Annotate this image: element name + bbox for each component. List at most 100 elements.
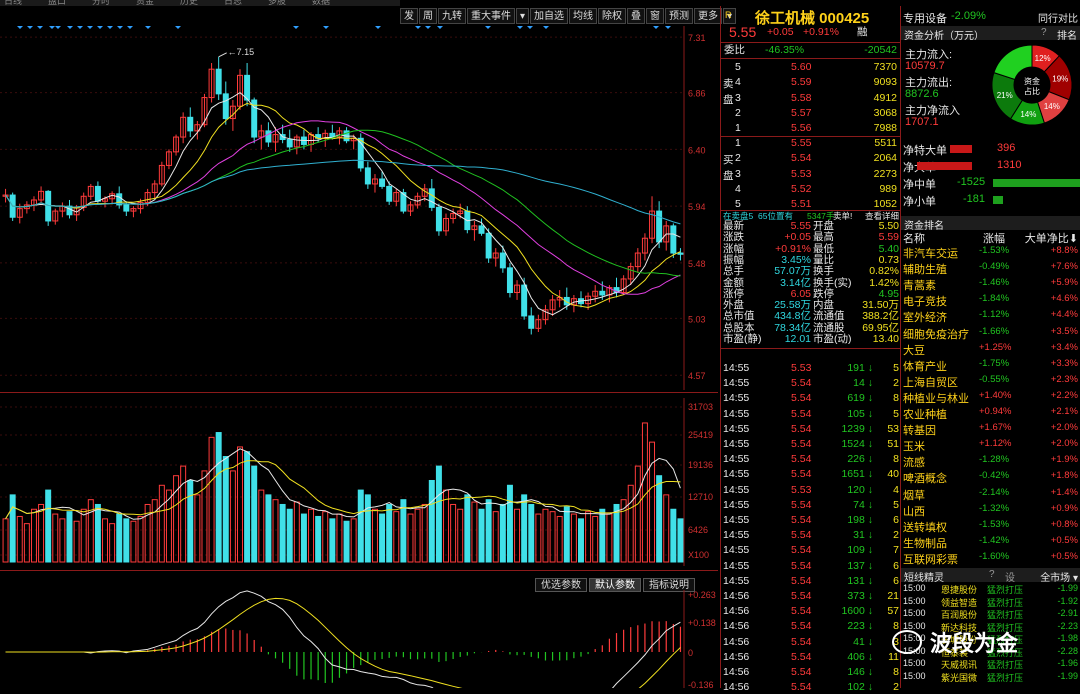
volume-bar[interactable]: [435, 465, 442, 563]
volume-bar[interactable]: [514, 508, 521, 563]
volume-bar[interactable]: [492, 511, 499, 563]
event-marker-icon[interactable]: [653, 26, 659, 29]
event-marker-icon[interactable]: [323, 26, 329, 29]
volume-bar[interactable]: [485, 499, 492, 563]
volume-bar[interactable]: [315, 515, 322, 563]
peer-compare-button[interactable]: 同行对比: [1038, 10, 1078, 25]
rank-sector-name[interactable]: 转基因: [903, 422, 936, 438]
rank-sector-name[interactable]: 玉米: [903, 438, 925, 454]
volume-bar[interactable]: [379, 513, 386, 563]
rank-sector-name[interactable]: 流感: [903, 454, 925, 470]
volume-bar[interactable]: [59, 518, 66, 563]
event-marker-icon[interactable]: [415, 26, 421, 29]
volume-bar[interactable]: [464, 494, 471, 563]
volume-bar[interactable]: [272, 499, 279, 563]
event-marker-icon[interactable]: [55, 26, 61, 29]
rank-sector-name[interactable]: 上海自贸区: [903, 374, 958, 390]
top-tab[interactable]: 日线: [4, 0, 22, 7]
volume-bar[interactable]: [414, 508, 421, 563]
top-tab[interactable]: 数据: [312, 0, 330, 7]
sector-name[interactable]: 专用设备: [903, 10, 947, 26]
candle-body[interactable]: [656, 210, 663, 243]
event-marker-icon[interactable]: [485, 26, 491, 29]
volume-bar[interactable]: [528, 503, 535, 563]
elf-market-select[interactable]: 全市场 ▾: [1040, 569, 1078, 584]
volume-bar[interactable]: [66, 511, 73, 563]
event-marker-icon[interactable]: [425, 26, 431, 29]
event-marker-icon[interactable]: [17, 26, 23, 29]
volume-bar[interactable]: [187, 479, 194, 563]
toolbar-button-5[interactable]: 加自选: [530, 8, 569, 24]
volume-bar[interactable]: [350, 518, 357, 563]
event-marker-icon[interactable]: [97, 26, 103, 29]
volume-bar[interactable]: [499, 503, 506, 563]
elf-stock[interactable]: 百润股份: [941, 608, 977, 621]
top-tab[interactable]: 分时: [92, 0, 110, 7]
candle-body[interactable]: [521, 284, 528, 317]
candle-body[interactable]: [45, 190, 52, 222]
volume-bar[interactable]: [80, 508, 87, 563]
volume-bar[interactable]: [265, 494, 272, 563]
volume-bar[interactable]: [279, 503, 286, 563]
help-icon[interactable]: ?: [1041, 27, 1047, 38]
event-marker-icon[interactable]: [37, 26, 43, 29]
volume-bar[interactable]: [9, 494, 16, 563]
elf-settings-icon[interactable]: 设: [1005, 569, 1015, 584]
volume-bar[interactable]: [450, 503, 457, 563]
volume-bar[interactable]: [293, 501, 300, 563]
elf-stock[interactable]: 恩捷股份: [941, 583, 977, 596]
event-marker-icon[interactable]: [175, 26, 181, 29]
candle-body[interactable]: [286, 139, 293, 148]
volume-bar[interactable]: [400, 499, 407, 563]
volume-bar[interactable]: [87, 499, 94, 563]
candle-body[interactable]: [244, 74, 251, 101]
candle-body[interactable]: [528, 315, 535, 329]
volume-bar[interactable]: [229, 470, 236, 563]
volume-bar[interactable]: [208, 436, 215, 563]
rank-sector-name[interactable]: 烟草: [903, 487, 925, 503]
top-tab[interactable]: 资金: [136, 0, 154, 7]
candle-body[interactable]: [599, 290, 606, 296]
candle-body[interactable]: [506, 267, 513, 294]
event-marker-icon[interactable]: [527, 26, 533, 29]
rank-col-name[interactable]: 名称: [903, 230, 925, 246]
candle-body[interactable]: [123, 204, 130, 212]
rank-sector-name[interactable]: 大豆: [903, 342, 925, 358]
volume-bar[interactable]: [428, 479, 435, 563]
top-tab[interactable]: 多股: [268, 0, 286, 7]
event-marker-icon[interactable]: [145, 26, 151, 29]
event-marker-icon[interactable]: [107, 26, 113, 29]
event-marker-icon[interactable]: [117, 26, 123, 29]
event-marker-icon[interactable]: [77, 26, 83, 29]
toolbar-button-6[interactable]: 均线: [569, 8, 598, 24]
volume-bar[interactable]: [300, 513, 307, 563]
candle-body[interactable]: [379, 178, 386, 187]
volume-bar[interactable]: [585, 511, 592, 563]
event-marker-icon[interactable]: [27, 26, 33, 29]
volume-bar[interactable]: [371, 508, 378, 563]
event-marker-icon[interactable]: [375, 26, 381, 29]
rank-sector-name[interactable]: 细胞免疫治疗: [903, 326, 969, 342]
candle-body[interactable]: [485, 232, 492, 259]
volume-bar[interactable]: [677, 518, 684, 563]
kline-chart[interactable]: 7.31 6.86 6.40 5.94 5.48 5.03 4.57 ←7.15: [0, 26, 718, 390]
indicator-chart[interactable]: +0.263 +0.138 0 -0.136: [0, 590, 718, 688]
event-marker-icon[interactable]: [293, 26, 299, 29]
event-marker-icon[interactable]: [49, 26, 55, 29]
volume-bar[interactable]: [116, 513, 123, 563]
toolbar-button-3[interactable]: 重大事件: [467, 8, 515, 24]
top-tab[interactable]: 历史: [180, 0, 198, 7]
event-marker-icon[interactable]: [127, 26, 133, 29]
toolbar-button-0[interactable]: 发: [400, 8, 418, 24]
volume-bar[interactable]: [393, 511, 400, 563]
candle-body[interactable]: [386, 185, 393, 202]
volume-bar[interactable]: [443, 489, 449, 563]
candle-body[interactable]: [364, 167, 371, 185]
event-marker-icon[interactable]: [543, 26, 549, 29]
rank-sector-name[interactable]: 青蒿素: [903, 277, 936, 293]
elf-stock[interactable]: 紫光国微: [941, 671, 977, 684]
candle-body[interactable]: [478, 225, 485, 234]
volume-bar[interactable]: [663, 494, 670, 563]
volume-bar[interactable]: [109, 523, 116, 563]
volume-bar[interactable]: [194, 494, 201, 563]
